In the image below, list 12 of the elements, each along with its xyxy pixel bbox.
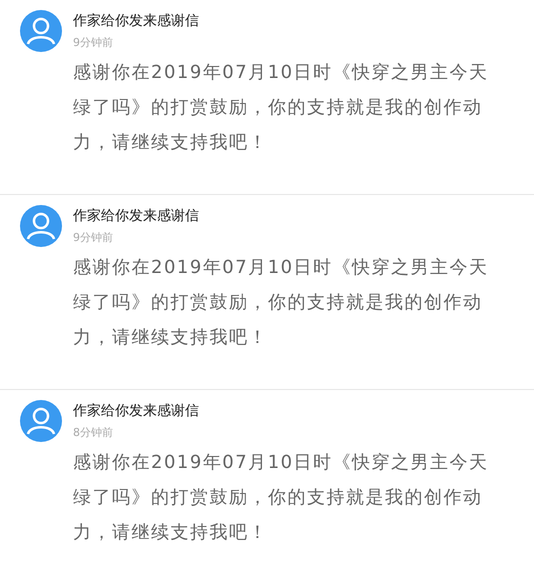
- avatar-icon: [20, 400, 62, 442]
- message-time: 8分钟前: [73, 425, 114, 441]
- message-time: 9分钟前: [73, 35, 114, 51]
- message-title: 作家给你发来感谢信: [73, 402, 200, 421]
- message-time: 9分钟前: [73, 230, 114, 246]
- message-title: 作家给你发来感谢信: [73, 12, 200, 31]
- message-body: 感谢你在2019年07月10日时《快穿之男主今天绿了吗》的打赏鼓励，你的支持就是我的创作动力，请继续支持我吧！: [73, 61, 490, 155]
- avatar-icon: [20, 205, 62, 247]
- avatar-icon: [20, 10, 62, 52]
- message-title: 作家给你发来感谢信: [73, 207, 200, 226]
- message-body: 感谢你在2019年07月10日时《快穿之男主今天绿了吗》的打赏鼓励，你的支持就是我的创作动力，请继续支持我吧！: [73, 256, 490, 350]
- message-body: 感谢你在2019年07月10日时《快穿之男主今天绿了吗》的打赏鼓励，你的支持就是我的创作动力，请继续支持我吧！: [73, 451, 490, 545]
